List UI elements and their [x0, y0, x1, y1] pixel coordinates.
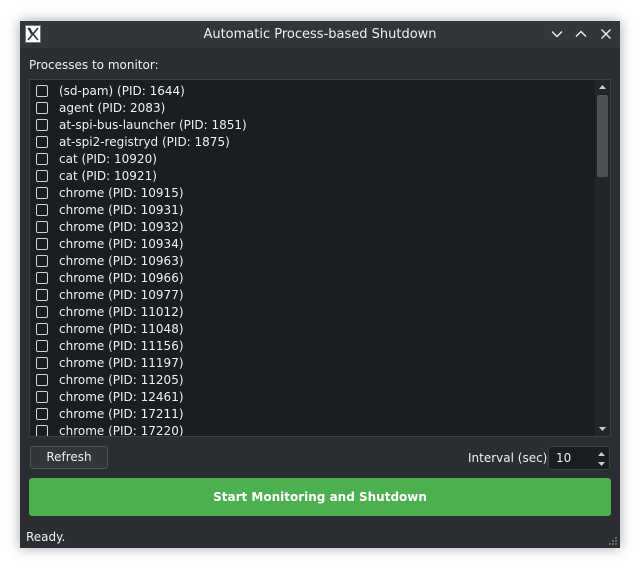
process-list-items: (sd-pam) (PID: 1644) agent (PID: 2083) at-…	[30, 80, 594, 436]
arrow-up-icon	[599, 85, 606, 89]
process-list-item[interactable]: chrome (PID: 10931)	[30, 201, 594, 218]
process-checkbox[interactable]	[36, 322, 48, 335]
process-label: at-spi2-registryd (PID: 1875)	[59, 134, 230, 149]
process-list-item[interactable]: cat (PID: 10921)	[30, 167, 594, 184]
process-list-item[interactable]: chrome (PID: 10977)	[30, 286, 594, 303]
process-label: chrome (PID: 10931)	[59, 202, 184, 217]
process-label: at-spi-bus-launcher (PID: 1851)	[59, 117, 247, 132]
process-checkbox[interactable]	[36, 390, 48, 403]
process-checkbox[interactable]	[36, 407, 48, 420]
close-icon	[601, 29, 611, 39]
process-checkbox[interactable]	[36, 169, 48, 182]
processes-label: Processes to monitor:	[29, 58, 159, 72]
process-label: chrome (PID: 11048)	[59, 321, 184, 336]
start-monitoring-button[interactable]: Start Monitoring and Shutdown	[29, 478, 611, 516]
process-list-item[interactable]: agent (PID: 2083)	[30, 99, 594, 116]
interval-decrement-button[interactable]	[596, 458, 607, 468]
process-label: chrome (PID: 17211)	[59, 406, 184, 421]
process-label: chrome (PID: 10966)	[59, 270, 184, 285]
chevron-down-icon	[551, 31, 563, 38]
arrow-down-icon	[599, 427, 606, 431]
process-list-item[interactable]: at-spi2-registryd (PID: 1875)	[30, 133, 594, 150]
scroll-down-button[interactable]	[595, 422, 610, 436]
process-checkbox[interactable]	[36, 186, 48, 199]
interval-value[interactable]: 10	[556, 447, 571, 469]
process-label: agent (PID: 2083)	[59, 100, 166, 115]
process-list-item[interactable]: chrome (PID: 10934)	[30, 235, 594, 252]
process-label: chrome (PID: 11156)	[59, 338, 184, 353]
process-checkbox[interactable]	[36, 339, 48, 352]
resize-grip-icon	[609, 537, 617, 545]
process-checkbox[interactable]	[36, 424, 48, 436]
process-label: cat (PID: 10920)	[59, 151, 157, 166]
process-label: cat (PID: 10921)	[59, 168, 157, 183]
process-label: (sd-pam) (PID: 1644)	[59, 83, 185, 98]
interval-spinbox[interactable]: 10	[548, 446, 610, 470]
process-label: chrome (PID: 12461)	[59, 389, 184, 404]
title-bar[interactable]: Automatic Process-based Shutdown	[20, 21, 620, 48]
chevron-up-icon	[575, 30, 587, 37]
scroll-thumb[interactable]	[597, 95, 608, 177]
interval-label: Interval (sec):	[468, 451, 552, 465]
minimize-button[interactable]	[549, 26, 565, 42]
process-label: chrome (PID: 10915)	[59, 185, 184, 200]
refresh-button[interactable]: Refresh	[30, 446, 108, 469]
scroll-track[interactable]	[597, 95, 608, 421]
process-checkbox[interactable]	[36, 101, 48, 114]
process-checkbox[interactable]	[36, 237, 48, 250]
process-list-item[interactable]: (sd-pam) (PID: 1644)	[30, 82, 594, 99]
process-list-item[interactable]: chrome (PID: 10963)	[30, 252, 594, 269]
process-label: chrome (PID: 10934)	[59, 236, 184, 251]
window-title: Automatic Process-based Shutdown	[203, 27, 437, 42]
status-bar-text: Ready.	[26, 530, 66, 544]
process-label: chrome (PID: 11012)	[59, 304, 184, 319]
process-list-item[interactable]: chrome (PID: 17220)	[30, 422, 594, 436]
process-list[interactable]: (sd-pam) (PID: 1644) agent (PID: 2083) at-…	[29, 79, 611, 437]
process-checkbox[interactable]	[36, 271, 48, 284]
process-list-scrollbar[interactable]	[595, 80, 610, 436]
process-checkbox[interactable]	[36, 288, 48, 301]
process-checkbox[interactable]	[36, 356, 48, 369]
process-label: chrome (PID: 11205)	[59, 372, 184, 387]
maximize-button[interactable]	[573, 26, 589, 42]
process-list-item[interactable]: chrome (PID: 10915)	[30, 184, 594, 201]
close-button[interactable]	[598, 26, 614, 42]
process-list-item[interactable]: chrome (PID: 11156)	[30, 337, 594, 354]
app-window: Automatic Process-based Shutdown Process…	[20, 21, 620, 548]
process-checkbox[interactable]	[36, 152, 48, 165]
process-checkbox[interactable]	[36, 84, 48, 97]
process-checkbox[interactable]	[36, 118, 48, 131]
process-label: chrome (PID: 10977)	[59, 287, 184, 302]
process-list-item[interactable]: chrome (PID: 10966)	[30, 269, 594, 286]
arrow-down-icon	[598, 462, 605, 466]
process-list-item[interactable]: at-spi-bus-launcher (PID: 1851)	[30, 116, 594, 133]
process-label: chrome (PID: 17220)	[59, 423, 184, 437]
process-label: chrome (PID: 10963)	[59, 253, 184, 268]
process-list-item[interactable]: chrome (PID: 11205)	[30, 371, 594, 388]
process-list-item[interactable]: chrome (PID: 17211)	[30, 405, 594, 422]
process-checkbox[interactable]	[36, 135, 48, 148]
process-list-item[interactable]: cat (PID: 10920)	[30, 150, 594, 167]
process-checkbox[interactable]	[36, 373, 48, 386]
scroll-up-button[interactable]	[595, 80, 610, 94]
process-checkbox[interactable]	[36, 203, 48, 216]
process-list-item[interactable]: chrome (PID: 11197)	[30, 354, 594, 371]
process-list-item[interactable]: chrome (PID: 10932)	[30, 218, 594, 235]
process-label: chrome (PID: 11197)	[59, 355, 184, 370]
process-checkbox[interactable]	[36, 254, 48, 267]
process-list-item[interactable]: chrome (PID: 11048)	[30, 320, 594, 337]
process-list-item[interactable]: chrome (PID: 12461)	[30, 388, 594, 405]
process-label: chrome (PID: 10932)	[59, 219, 184, 234]
process-checkbox[interactable]	[36, 305, 48, 318]
interval-increment-button[interactable]	[596, 448, 607, 458]
resize-grip[interactable]	[607, 535, 618, 546]
process-checkbox[interactable]	[36, 220, 48, 233]
process-list-item[interactable]: chrome (PID: 11012)	[30, 303, 594, 320]
